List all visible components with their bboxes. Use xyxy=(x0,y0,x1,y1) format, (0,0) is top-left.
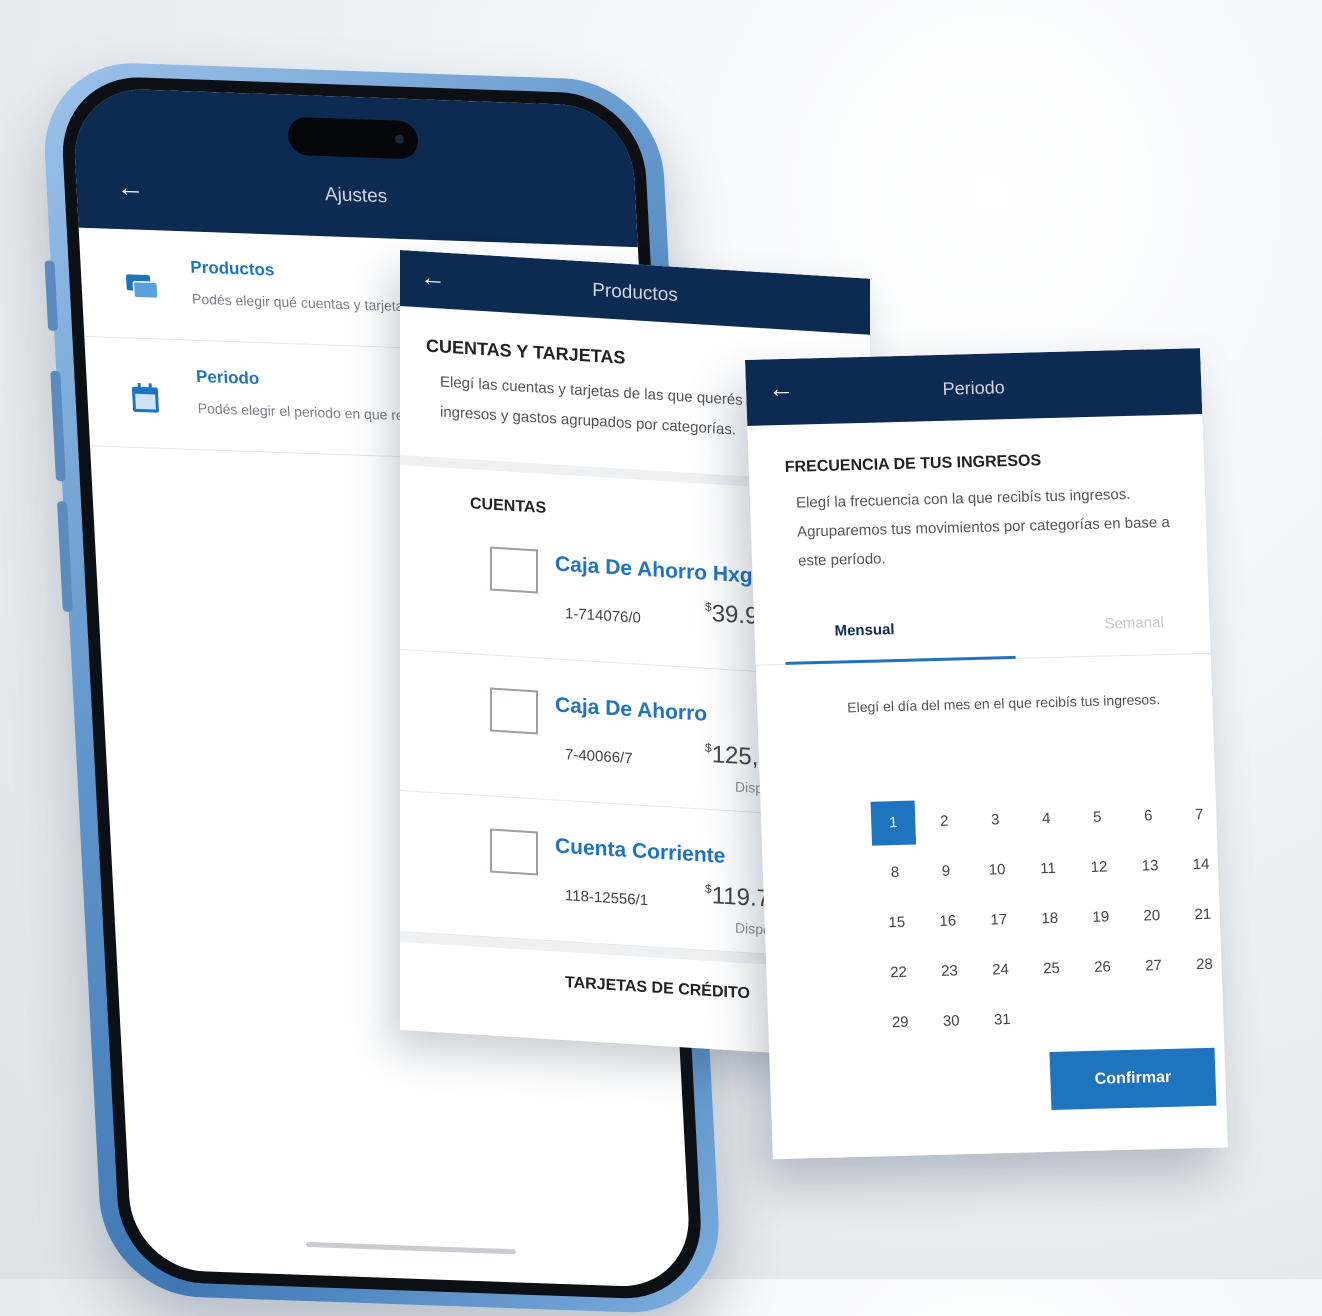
day-10[interactable]: 10 xyxy=(974,848,1020,893)
day-23[interactable]: 23 xyxy=(927,949,973,994)
account-checkbox[interactable] xyxy=(490,687,538,735)
calendar-icon xyxy=(131,382,161,421)
day-9[interactable]: 9 xyxy=(923,849,969,894)
day-30[interactable]: 30 xyxy=(929,999,975,1044)
day-27[interactable]: 27 xyxy=(1131,944,1177,989)
day-5[interactable]: 5 xyxy=(1075,795,1121,840)
currency-symbol: $ xyxy=(705,740,712,756)
day-18[interactable]: 18 xyxy=(1027,896,1073,941)
day-22[interactable]: 22 xyxy=(876,950,922,995)
day-31[interactable]: 31 xyxy=(980,998,1026,1043)
day-2[interactable]: 2 xyxy=(922,799,968,844)
frequency-tabs: Mensual Semanal xyxy=(753,592,1211,666)
home-indicator xyxy=(306,1241,516,1255)
day-11[interactable]: 11 xyxy=(1025,847,1071,892)
day-7[interactable]: 7 xyxy=(1177,793,1223,838)
day-4[interactable]: 4 xyxy=(1024,797,1070,842)
day-15[interactable]: 15 xyxy=(874,900,920,945)
day-8[interactable]: 8 xyxy=(872,851,918,896)
day-17[interactable]: 17 xyxy=(976,898,1022,943)
ajustes-title: Ajustes xyxy=(324,184,388,208)
ajustes-header: ← Ajustes xyxy=(71,87,638,248)
day-19[interactable]: 19 xyxy=(1078,895,1124,940)
day-6[interactable]: 6 xyxy=(1126,794,1172,839)
day-26[interactable]: 26 xyxy=(1080,945,1126,990)
account-number: 7-40066/7 xyxy=(565,746,633,768)
account-number: 1-714076/0 xyxy=(565,605,641,627)
day-picker-grid: 1 2 3 4 5 6 7 8 9 10 11 12 13 14 15 16 17 18 19 20 21 22 23 24 2… xyxy=(870,792,1228,1031)
periodo-header: ← Periodo xyxy=(745,348,1203,426)
currency-symbol: $ xyxy=(705,881,712,897)
day-29[interactable]: 29 xyxy=(878,1000,924,1045)
day-14[interactable]: 14 xyxy=(1178,843,1224,888)
day-21[interactable]: 21 xyxy=(1180,892,1226,937)
cards-icon xyxy=(125,273,161,307)
day-24[interactable]: 24 xyxy=(978,948,1024,993)
day-28[interactable]: 28 xyxy=(1182,942,1228,987)
tab-semanal[interactable]: Semanal xyxy=(1104,614,1164,633)
account-number: 118-12556/1 xyxy=(565,887,649,910)
account-checkbox[interactable] xyxy=(490,546,538,594)
day-12[interactable]: 12 xyxy=(1076,845,1122,890)
confirm-button[interactable]: Confirmar xyxy=(1049,1047,1217,1110)
currency-symbol: $ xyxy=(705,599,712,615)
day-20[interactable]: 20 xyxy=(1129,894,1175,939)
account-name: Caja De Ahorro Hxg xyxy=(555,552,753,588)
periodo-screen: ← Periodo FRECUENCIA DE TUS INGRESOS Ele… xyxy=(745,348,1228,1160)
frecuencia-heading: FRECUENCIA DE TUS INGRESOS xyxy=(784,452,1042,476)
periodo-title: Periodo xyxy=(942,377,1006,399)
day-25[interactable]: 25 xyxy=(1029,946,1075,991)
dynamic-island xyxy=(287,116,419,160)
day-prompt: Elegí el día del mes en el que recibís t… xyxy=(846,691,1161,716)
day-16[interactable]: 16 xyxy=(925,899,971,944)
day-1[interactable]: 1 xyxy=(870,800,917,846)
frecuencia-desc: Elegí la frecuencia con la que recibís t… xyxy=(795,485,1171,570)
camera-dot xyxy=(394,134,405,144)
account-name: Caja De Ahorro xyxy=(555,693,708,726)
tab-mensual[interactable]: Mensual xyxy=(834,621,895,640)
account-name: Cuenta Corriente xyxy=(555,834,726,868)
account-checkbox[interactable] xyxy=(490,828,538,876)
day-3[interactable]: 3 xyxy=(973,798,1019,843)
day-13[interactable]: 13 xyxy=(1127,844,1173,889)
